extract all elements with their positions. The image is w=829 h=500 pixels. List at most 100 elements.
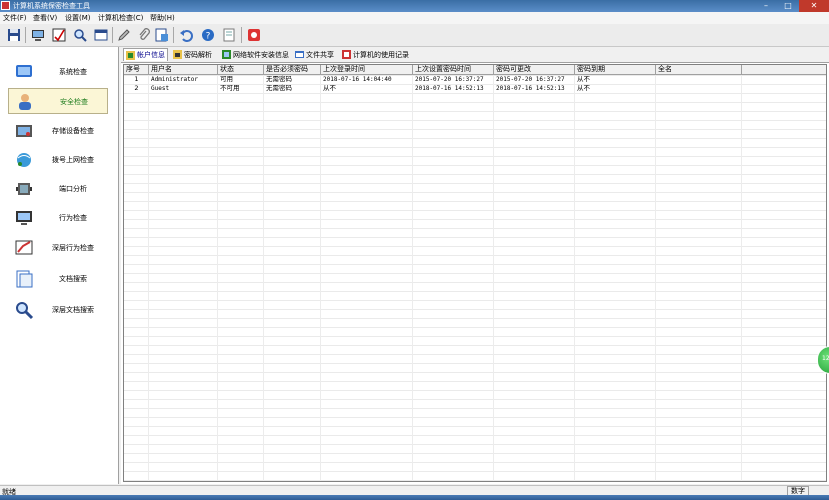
tab-password-analysis[interactable]: 密码解析: [171, 48, 214, 61]
menu-bar: 文件(F) 查看(V) 设置(M) 计算机检查(C) 帮助(H): [0, 12, 829, 24]
cell-password-changeable: 2015-07-20 16:37:27: [496, 76, 565, 83]
system-check-icon: [16, 65, 32, 77]
sidebar-item-system-check[interactable]: 系统检查: [8, 59, 108, 85]
security-check-icon: [19, 94, 31, 110]
document-icon[interactable]: [220, 26, 237, 43]
cell-last-password-set: 2018-07-16 14:52:13: [415, 85, 484, 92]
sidebar-item-storage-device-check[interactable]: 存储设备检查: [8, 118, 108, 144]
deep-behavior-icon: [15, 240, 33, 255]
cell-password-required: 无需密码: [266, 84, 292, 92]
cell-full-name: [656, 75, 742, 84]
checklist-icon[interactable]: [50, 26, 67, 43]
cell-username: Guest: [151, 85, 170, 92]
column-header[interactable]: 状态: [218, 65, 264, 74]
tab-label: 计算机的使用记录: [353, 50, 409, 59]
cell-password-expires: 从不: [577, 84, 590, 92]
table-row[interactable]: 2 Guest 不可用 无需密码 从不 2018-07-16 14:52:13 …: [124, 84, 826, 93]
dialup-icon: [17, 153, 31, 167]
sidebar-item-label: 端口分析: [59, 185, 87, 193]
sidebar-item-security-check[interactable]: 安全检查: [8, 88, 108, 114]
computer-icon[interactable]: [29, 26, 46, 43]
menu-help[interactable]: 帮助(H): [150, 13, 175, 23]
cell-last-login: 从不: [323, 84, 336, 92]
sidebar-item-label: 行为检查: [59, 214, 87, 222]
save-icon[interactable]: [5, 26, 22, 43]
sidebar: 系统检查 安全检查 存储设备检查 拨号上网检查 端口分析 行为检查 深层行为检查…: [0, 47, 119, 484]
tab-usage-record[interactable]: 计算机的使用记录: [340, 48, 411, 61]
menu-settings[interactable]: 设置(M): [65, 13, 91, 23]
tab-icon: [173, 50, 182, 59]
behavior-monitor-icon: [16, 211, 32, 225]
undo-icon[interactable]: [177, 26, 194, 43]
table-body: [124, 75, 826, 481]
main-panel: 帐户信息 密码解析 网络软件安装信息 文件共享 计算机的使用记录 序号 用户名 …: [121, 47, 829, 484]
tab-icon: [126, 50, 135, 60]
sidebar-item-label: 拨号上网检查: [52, 156, 94, 164]
cell-status: 可用: [220, 75, 233, 83]
sidebar-item-label: 文档搜索: [59, 275, 87, 283]
menu-view[interactable]: 查看(V): [33, 13, 57, 23]
storage-device-icon: [16, 125, 32, 137]
sidebar-item-label: 深层行为检查: [52, 244, 94, 252]
sidebar-item-dialup-check[interactable]: 拨号上网检查: [8, 147, 108, 173]
sidebar-item-behavior-check[interactable]: 行为检查: [8, 205, 108, 231]
title-bar: 计算机系统保密检查工具 – □ ✕: [0, 0, 829, 12]
cell-full-name: [656, 84, 742, 93]
column-header[interactable]: 序号: [124, 65, 149, 74]
cell-last-login: 2018-07-16 14:04:40: [323, 76, 392, 83]
column-header[interactable]: 用户名: [149, 65, 218, 74]
sidebar-item-deep-document-search[interactable]: 深层文档搜索: [8, 297, 108, 323]
sidebar-item-port-analysis[interactable]: 端口分析: [8, 176, 108, 202]
column-header[interactable]: 上次设置密码时间: [413, 65, 494, 74]
cell-last-password-set: 2015-07-20 16:37:27: [415, 76, 484, 83]
sidebar-item-label: 深层文档搜索: [52, 306, 94, 314]
cell-index: 2: [134, 84, 139, 92]
deep-document-search-icon: [16, 302, 34, 320]
report-icon[interactable]: [153, 26, 170, 43]
tab-file-sharing[interactable]: 文件共享: [293, 48, 336, 61]
column-header[interactable]: 是否必须密码: [264, 65, 321, 74]
cell-password-changeable: 2018-07-16 14:52:13: [496, 85, 565, 92]
tab-label: 密码解析: [184, 50, 212, 59]
pencil-icon[interactable]: [115, 26, 132, 43]
column-header[interactable]: 密码可更改: [494, 65, 575, 74]
tab-icon: [295, 51, 304, 58]
cell-username: Administrator: [151, 76, 198, 83]
close-button[interactable]: ✕: [799, 0, 829, 12]
cell-password-required: 无需密码: [266, 75, 292, 83]
maximize-button[interactable]: □: [777, 0, 799, 12]
table-header: 序号 用户名 状态 是否必须密码 上次登录时间 上次设置密码时间 密码可更改 密…: [124, 65, 826, 75]
sidebar-item-label: 安全检查: [60, 98, 88, 106]
column-header[interactable]: 密码到期: [575, 65, 656, 74]
menu-file[interactable]: 文件(F): [3, 13, 27, 23]
document-search-icon: [16, 270, 33, 288]
sidebar-item-deep-behavior-check[interactable]: 深层行为检查: [8, 235, 108, 261]
menu-computer-check[interactable]: 计算机检查(C): [98, 13, 143, 23]
sidebar-item-document-search[interactable]: 文档搜索: [8, 266, 108, 292]
tab-icon: [342, 50, 351, 59]
tab-label: 网络软件安装信息: [233, 50, 289, 59]
tab-icon: [222, 50, 231, 59]
tab-strip: 帐户信息 密码解析 网络软件安装信息 文件共享 计算机的使用记录: [121, 47, 829, 63]
tab-account-info[interactable]: 帐户信息: [123, 48, 168, 61]
window-title: 计算机系统保密检查工具: [13, 2, 90, 10]
settings-icon[interactable]: [245, 26, 262, 43]
floating-button-label: 12: [822, 355, 829, 362]
help-icon[interactable]: ?: [199, 26, 216, 43]
window-icon[interactable]: [92, 26, 109, 43]
svg-text:?: ?: [205, 31, 210, 41]
taskbar: [0, 495, 829, 500]
paperclip-icon[interactable]: [135, 26, 152, 43]
column-header[interactable]: 上次登录时间: [321, 65, 413, 74]
tab-label: 文件共享: [306, 50, 334, 59]
magnifier-icon[interactable]: [71, 26, 88, 43]
toolbar: ?: [0, 24, 829, 47]
sidebar-item-label: 系统检查: [59, 68, 87, 76]
cell-index: 1: [134, 75, 139, 83]
column-header[interactable]: 全名: [656, 65, 742, 74]
cell-password-expires: 从不: [577, 75, 590, 83]
table-row[interactable]: 1 Administrator 可用 无需密码 2018-07-16 14:04…: [124, 75, 826, 84]
tab-network-software[interactable]: 网络软件安装信息: [220, 48, 291, 61]
cell-status: 不可用: [220, 84, 240, 92]
minimize-button[interactable]: –: [755, 0, 777, 12]
